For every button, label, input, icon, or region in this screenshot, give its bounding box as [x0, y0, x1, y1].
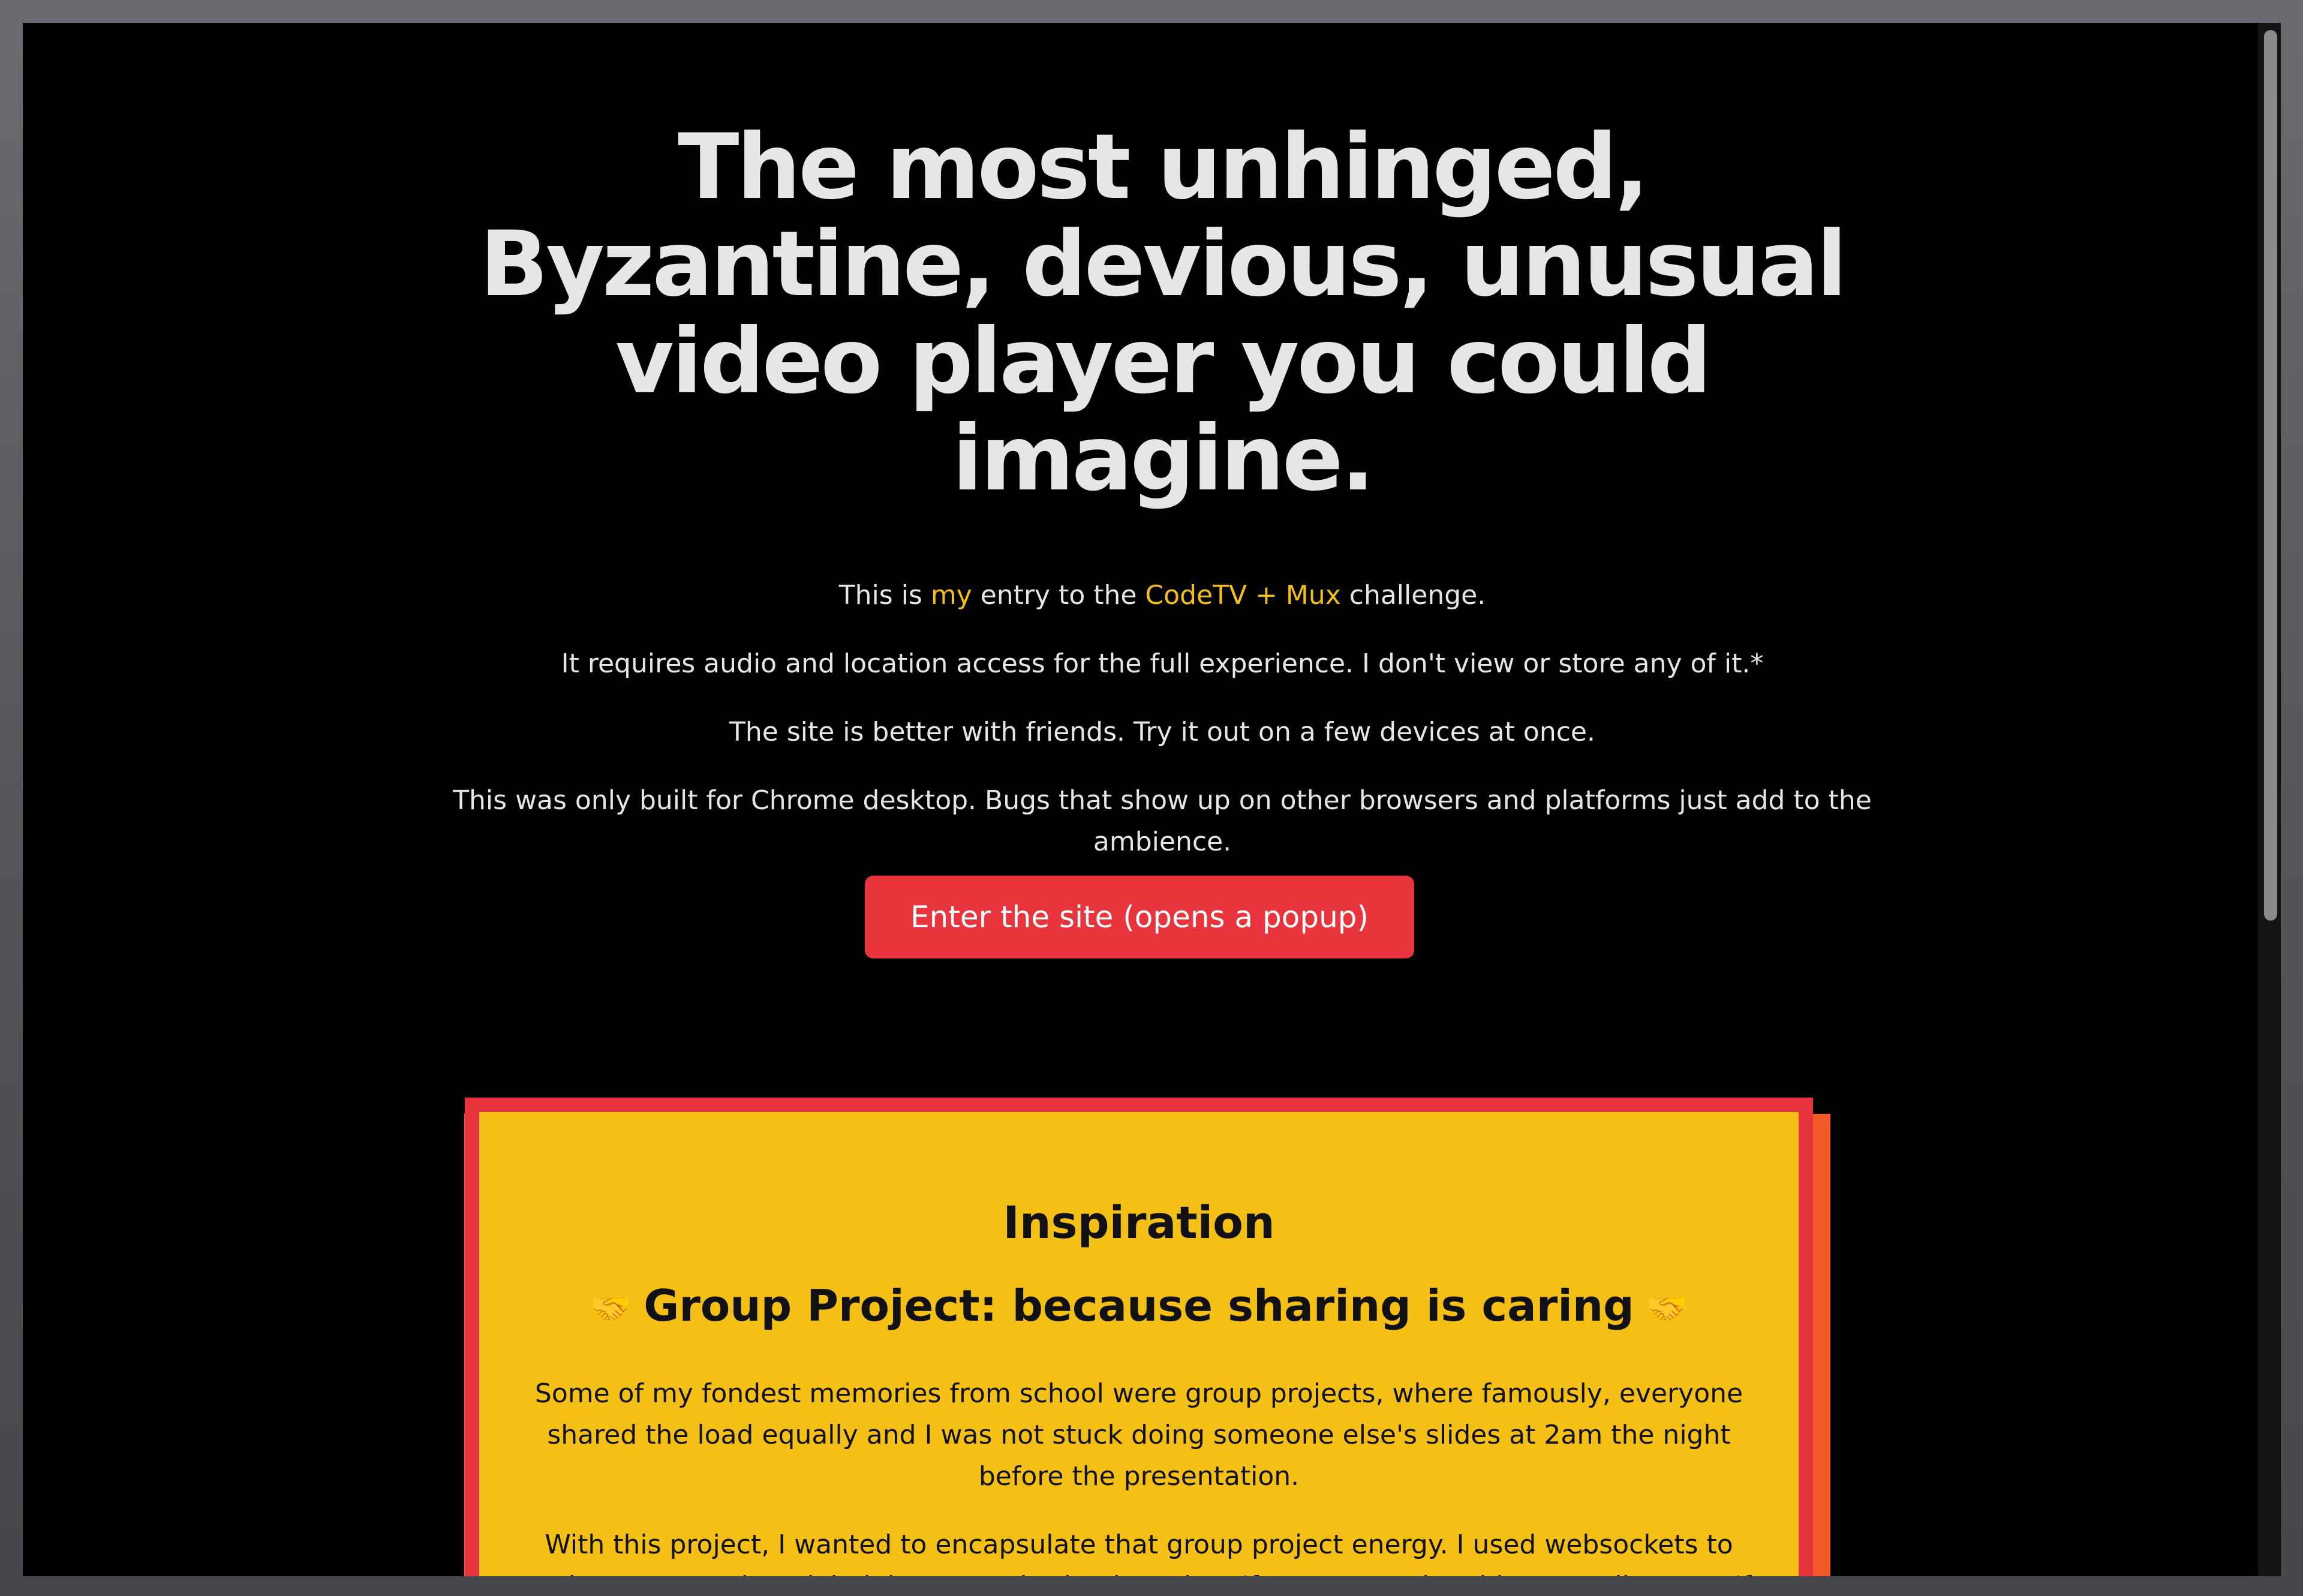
- intro-line-permissions: It requires audio and location access fo…: [561, 648, 1764, 679]
- intro-prefix: This is: [838, 580, 931, 611]
- inspiration-card: Inspiration 🤝 Group Project: because shar…: [465, 1098, 1813, 1576]
- challenge-link[interactable]: CodeTV + Mux: [1145, 580, 1340, 611]
- subheading-text: Group Project: because sharing is caring: [644, 1281, 1634, 1331]
- intro-suffix: challenge.: [1340, 580, 1486, 611]
- intro-line-browser: This was only built for Chrome desktop. …: [453, 785, 1872, 857]
- hero-title: The most unhinged, Byzantine, devious, u…: [480, 115, 1847, 511]
- my-link[interactable]: my: [931, 580, 972, 611]
- enter-site-button[interactable]: Enter the site (opens a popup): [865, 876, 1414, 958]
- inspiration-subheading: 🤝 Group Project: because sharing is carin…: [479, 1279, 1799, 1336]
- inspiration-body: Some of my fondest memories from school …: [509, 1373, 1769, 1576]
- inspiration-paragraph-1: Some of my fondest memories from school …: [534, 1378, 1743, 1492]
- page-viewport: The most unhinged, Byzantine, devious, u…: [23, 23, 2258, 1576]
- inspiration-paragraph-2: With this project, I wanted to encapsula…: [527, 1529, 1751, 1576]
- intro-line-entry: This is my entry to the CodeTV + Mux cha…: [443, 575, 1882, 616]
- intro-section: This is my entry to the CodeTV + Mux cha…: [443, 575, 1882, 889]
- scrollbar-thumb[interactable]: [2264, 30, 2277, 921]
- handshake-icon-right: 🤝: [1646, 1289, 1688, 1329]
- intro-line-friends: The site is better with friends. Try it …: [729, 717, 1595, 747]
- inspiration-heading: Inspiration: [1003, 1197, 1275, 1249]
- handshake-icon-left: 🤝: [590, 1289, 632, 1329]
- intro-mid: entry to the: [972, 580, 1146, 611]
